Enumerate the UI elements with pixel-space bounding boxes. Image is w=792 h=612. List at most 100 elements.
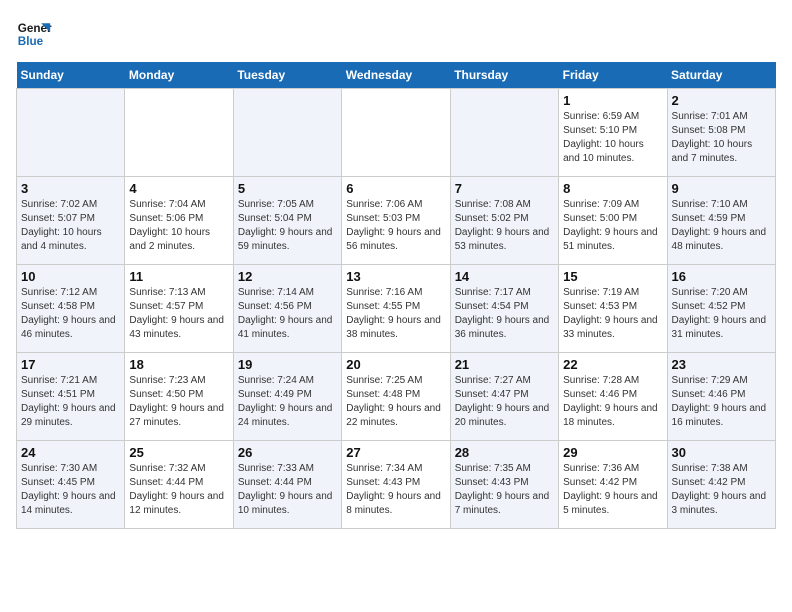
calendar-cell: 30 Sunrise: 7:38 AM Sunset: 4:42 PM Dayli…: [667, 441, 775, 529]
day-number: 20: [346, 357, 445, 372]
day-number: 1: [563, 93, 662, 108]
day-number: 30: [672, 445, 771, 460]
calendar-week-2: 3 Sunrise: 7:02 AM Sunset: 5:07 PM Daylig…: [17, 177, 776, 265]
calendar-cell: 20 Sunrise: 7:25 AM Sunset: 4:48 PM Dayli…: [342, 353, 450, 441]
calendar-week-3: 10 Sunrise: 7:12 AM Sunset: 4:58 PM Dayli…: [17, 265, 776, 353]
day-info: Sunrise: 7:09 AM Sunset: 5:00 PM Dayligh…: [563, 198, 662, 254]
weekday-header-tuesday: Tuesday: [233, 62, 341, 89]
day-info: Sunrise: 7:13 AM Sunset: 4:57 PM Dayligh…: [129, 286, 228, 342]
calendar-week-5: 24Sunrise: 7:30 AM Sunset: 4:45 PM Dayli…: [17, 441, 776, 529]
day-info: Sunrise: 7:19 AM Sunset: 4:53 PM Dayligh…: [563, 286, 662, 342]
calendar-cell: 4Sunrise: 7:04 AM Sunset: 5:06 PM Daylig…: [125, 177, 233, 265]
day-info: Sunrise: 7:17 AM Sunset: 4:54 PM Dayligh…: [455, 286, 554, 342]
calendar-cell: 8 Sunrise: 7:09 AM Sunset: 5:00 PM Daylig…: [559, 177, 667, 265]
day-info: Sunrise: 7:34 AM Sunset: 4:43 PM Dayligh…: [346, 462, 445, 518]
day-info: Sunrise: 6:59 AM Sunset: 5:10 PM Dayligh…: [563, 110, 662, 166]
day-number: 29: [563, 445, 662, 460]
weekday-header-saturday: Saturday: [667, 62, 775, 89]
weekday-header-sunday: Sunday: [17, 62, 125, 89]
day-number: 2: [672, 93, 771, 108]
day-number: 8: [563, 181, 662, 196]
svg-text:Blue: Blue: [18, 35, 44, 48]
weekday-header-friday: Friday: [559, 62, 667, 89]
calendar-cell: 13 Sunrise: 7:16 AM Sunset: 4:55 PM Dayli…: [342, 265, 450, 353]
weekday-header-thursday: Thursday: [450, 62, 558, 89]
day-info: Sunrise: 7:12 AM Sunset: 4:58 PM Dayligh…: [21, 286, 120, 342]
calendar-week-4: 17 Sunrise: 7:21 AM Sunset: 4:51 PM Dayli…: [17, 353, 776, 441]
day-number: 11: [129, 269, 228, 284]
logo-icon: General Blue: [16, 16, 52, 52]
day-number: 28: [455, 445, 554, 460]
calendar-cell: 14 Sunrise: 7:17 AM Sunset: 4:54 PM Dayli…: [450, 265, 558, 353]
day-info: Sunrise: 7:36 AM Sunset: 4:42 PM Dayligh…: [563, 462, 662, 518]
day-number: 14: [455, 269, 554, 284]
day-number: 27: [346, 445, 445, 460]
day-info: Sunrise: 7:01 AM Sunset: 5:08 PM Dayligh…: [672, 110, 771, 166]
day-info: Sunrise: 7:04 AM Sunset: 5:06 PM Dayligh…: [129, 198, 228, 254]
calendar-cell: 7 Sunrise: 7:08 AM Sunset: 5:02 PM Daylig…: [450, 177, 558, 265]
calendar-week-1: 1 Sunrise: 6:59 AM Sunset: 5:10 PM Daylig…: [17, 89, 776, 177]
day-info: Sunrise: 7:27 AM Sunset: 4:47 PM Dayligh…: [455, 374, 554, 430]
calendar-cell: 17 Sunrise: 7:21 AM Sunset: 4:51 PM Dayli…: [17, 353, 125, 441]
calendar-cell: 15Sunrise: 7:19 AM Sunset: 4:53 PM Dayli…: [559, 265, 667, 353]
day-number: 3: [21, 181, 120, 196]
calendar-cell: [233, 89, 341, 177]
calendar-cell: 16 Sunrise: 7:20 AM Sunset: 4:52 PM Dayli…: [667, 265, 775, 353]
day-number: 19: [238, 357, 337, 372]
day-number: 7: [455, 181, 554, 196]
day-info: Sunrise: 7:32 AM Sunset: 4:44 PM Dayligh…: [129, 462, 228, 518]
calendar-table: SundayMondayTuesdayWednesdayThursdayFrid…: [16, 62, 776, 529]
calendar-cell: 23 Sunrise: 7:29 AM Sunset: 4:46 PM Dayli…: [667, 353, 775, 441]
calendar-cell: 9 Sunrise: 7:10 AM Sunset: 4:59 PM Daylig…: [667, 177, 775, 265]
day-number: 24: [21, 445, 120, 460]
calendar-cell: 25Sunrise: 7:32 AM Sunset: 4:44 PM Dayli…: [125, 441, 233, 529]
weekday-header-monday: Monday: [125, 62, 233, 89]
calendar-cell: [450, 89, 558, 177]
day-info: Sunrise: 7:21 AM Sunset: 4:51 PM Dayligh…: [21, 374, 120, 430]
day-info: Sunrise: 7:08 AM Sunset: 5:02 PM Dayligh…: [455, 198, 554, 254]
day-number: 13: [346, 269, 445, 284]
day-info: Sunrise: 7:25 AM Sunset: 4:48 PM Dayligh…: [346, 374, 445, 430]
day-info: Sunrise: 7:14 AM Sunset: 4:56 PM Dayligh…: [238, 286, 337, 342]
day-info: Sunrise: 7:24 AM Sunset: 4:49 PM Dayligh…: [238, 374, 337, 430]
calendar-cell: 26Sunrise: 7:33 AM Sunset: 4:44 PM Dayli…: [233, 441, 341, 529]
calendar-cell: 27 Sunrise: 7:34 AM Sunset: 4:43 PM Dayli…: [342, 441, 450, 529]
calendar-cell: 24Sunrise: 7:30 AM Sunset: 4:45 PM Dayli…: [17, 441, 125, 529]
day-info: Sunrise: 7:38 AM Sunset: 4:42 PM Dayligh…: [672, 462, 771, 518]
calendar-cell: 2 Sunrise: 7:01 AM Sunset: 5:08 PM Daylig…: [667, 89, 775, 177]
day-info: Sunrise: 7:05 AM Sunset: 5:04 PM Dayligh…: [238, 198, 337, 254]
calendar-cell: 28 Sunrise: 7:35 AM Sunset: 4:43 PM Dayli…: [450, 441, 558, 529]
calendar-cell: 12 Sunrise: 7:14 AM Sunset: 4:56 PM Dayli…: [233, 265, 341, 353]
calendar-cell: 3 Sunrise: 7:02 AM Sunset: 5:07 PM Daylig…: [17, 177, 125, 265]
calendar-cell: [17, 89, 125, 177]
calendar-cell: 29 Sunrise: 7:36 AM Sunset: 4:42 PM Dayli…: [559, 441, 667, 529]
calendar-cell: 1 Sunrise: 6:59 AM Sunset: 5:10 PM Daylig…: [559, 89, 667, 177]
day-number: 17: [21, 357, 120, 372]
day-number: 21: [455, 357, 554, 372]
calendar-cell: [342, 89, 450, 177]
day-number: 5: [238, 181, 337, 196]
day-info: Sunrise: 7:10 AM Sunset: 4:59 PM Dayligh…: [672, 198, 771, 254]
day-number: 26: [238, 445, 337, 460]
day-number: 16: [672, 269, 771, 284]
calendar-cell: 21 Sunrise: 7:27 AM Sunset: 4:47 PM Dayli…: [450, 353, 558, 441]
day-number: 6: [346, 181, 445, 196]
calendar-cell: 19 Sunrise: 7:24 AM Sunset: 4:49 PM Dayli…: [233, 353, 341, 441]
day-info: Sunrise: 7:23 AM Sunset: 4:50 PM Dayligh…: [129, 374, 228, 430]
weekday-header-wednesday: Wednesday: [342, 62, 450, 89]
day-info: Sunrise: 7:02 AM Sunset: 5:07 PM Dayligh…: [21, 198, 120, 254]
page-header: General Blue: [16, 16, 776, 52]
day-number: 18: [129, 357, 228, 372]
calendar-cell: 18 Sunrise: 7:23 AM Sunset: 4:50 PM Dayli…: [125, 353, 233, 441]
day-info: Sunrise: 7:20 AM Sunset: 4:52 PM Dayligh…: [672, 286, 771, 342]
day-number: 12: [238, 269, 337, 284]
day-number: 9: [672, 181, 771, 196]
day-number: 23: [672, 357, 771, 372]
calendar-cell: [125, 89, 233, 177]
day-info: Sunrise: 7:16 AM Sunset: 4:55 PM Dayligh…: [346, 286, 445, 342]
calendar-cell: 11 Sunrise: 7:13 AM Sunset: 4:57 PM Dayli…: [125, 265, 233, 353]
day-info: Sunrise: 7:35 AM Sunset: 4:43 PM Dayligh…: [455, 462, 554, 518]
day-number: 10: [21, 269, 120, 284]
calendar-body: 1 Sunrise: 6:59 AM Sunset: 5:10 PM Daylig…: [17, 89, 776, 529]
day-info: Sunrise: 7:29 AM Sunset: 4:46 PM Dayligh…: [672, 374, 771, 430]
